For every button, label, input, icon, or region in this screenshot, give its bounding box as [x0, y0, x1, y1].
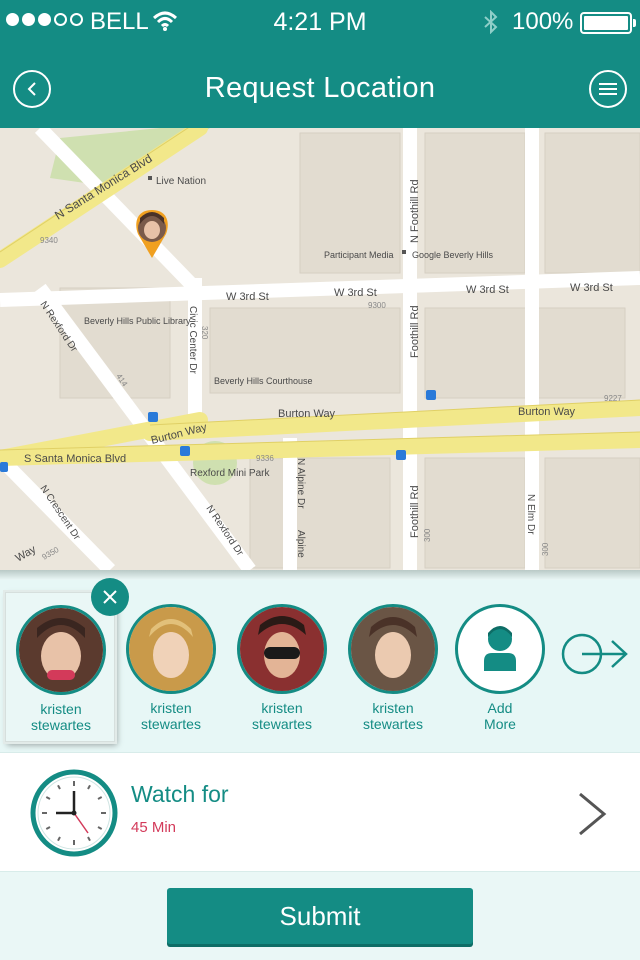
poi-icon — [148, 176, 152, 180]
map-label: W 3rd St — [570, 282, 613, 294]
map-label: Foothill Rd — [409, 305, 421, 358]
next-contacts-button[interactable] — [560, 626, 630, 682]
map-label: Google Beverly Hills — [412, 250, 494, 260]
map-label: W 3rd St — [334, 287, 377, 299]
map-label: N Elm Dr — [525, 494, 536, 535]
map-label: N Alpine Dr — [295, 458, 306, 509]
map-canvas: N Santa Monica Blvd Live Nation N Foothi… — [0, 128, 640, 570]
map-label: Alpine — [295, 530, 306, 558]
page-title: Request Location — [204, 72, 436, 104]
map-label: Rexford Mini Park — [190, 468, 270, 479]
submit-area: Submit — [0, 872, 640, 960]
avatar — [348, 604, 438, 694]
bus-stop-icon — [396, 450, 406, 460]
contact-last-name: stewartes — [141, 716, 201, 732]
submit-button[interactable]: Submit — [167, 888, 473, 944]
map-label: 9227 — [604, 394, 622, 403]
add-more-line1: Add — [487, 700, 513, 716]
map-label: Civic Center Dr — [187, 306, 198, 374]
top-bar: BELL 4:21 PM 100% Request Location — [0, 0, 640, 128]
watch-for-label: Watch for — [131, 781, 229, 807]
bus-stop-icon — [0, 462, 8, 472]
bus-stop-icon — [426, 390, 436, 400]
bluetooth-icon — [484, 10, 498, 34]
map-label: 300 — [541, 542, 550, 556]
map-label: Beverly Hills Courthouse — [214, 376, 313, 386]
map-label: 300 — [423, 528, 432, 542]
avatar — [16, 605, 106, 695]
map-label: 9300 — [368, 301, 386, 310]
map-label: W 3rd St — [226, 291, 269, 303]
map-label: S Santa Monica Blvd — [24, 453, 126, 465]
contact-first-name: kristen — [261, 700, 303, 716]
contact-item[interactable]: kristen stewartes — [116, 592, 226, 742]
map-label: 9340 — [40, 236, 58, 245]
contact-item[interactable]: kristen stewartes — [5, 592, 115, 742]
avatar — [126, 604, 216, 694]
poi-icon — [402, 250, 406, 254]
close-icon — [103, 590, 117, 604]
contact-first-name: kristen — [40, 701, 82, 717]
person-icon — [484, 626, 516, 671]
remove-contact-button[interactable] — [91, 578, 129, 616]
contact-first-name: kristen — [372, 700, 414, 716]
map-view[interactable]: N Santa Monica Blvd Live Nation N Foothi… — [0, 128, 640, 570]
chevron-right-icon — [579, 792, 607, 836]
contact-last-name: stewartes — [31, 717, 91, 733]
map-label: Live Nation — [156, 176, 206, 187]
map-label: Participant Media — [324, 250, 394, 260]
arrow-right-circle-icon — [561, 633, 628, 675]
battery-icon — [580, 12, 636, 34]
map-label: 320 — [200, 326, 209, 340]
map-label: Burton Way — [518, 406, 576, 418]
clock-icon — [30, 769, 118, 857]
watch-duration-value: 45 Min — [131, 819, 177, 836]
contact-item[interactable]: kristen stewartes — [338, 592, 448, 742]
map-label: W 3rd St — [466, 284, 509, 296]
add-more-button[interactable]: Add More — [445, 592, 555, 742]
map-label: Burton Way — [278, 408, 336, 420]
bus-stop-icon — [148, 412, 158, 422]
map-label: N Foothill Rd — [409, 179, 421, 243]
bus-stop-icon — [180, 446, 190, 456]
contact-last-name: stewartes — [252, 716, 312, 732]
add-more-line2: More — [484, 716, 516, 732]
battery-percent: 100% — [512, 8, 574, 35]
watch-for-row[interactable]: Watch for 45 Min — [0, 752, 640, 872]
map-label: 9336 — [256, 454, 274, 463]
add-contact-circle — [455, 604, 545, 694]
map-label: Foothill Rd — [409, 485, 421, 538]
avatar — [237, 604, 327, 694]
map-label: Beverly Hills Public Library — [84, 316, 191, 326]
menu-button[interactable] — [589, 70, 627, 108]
status-bar: BELL 4:21 PM 100% — [0, 0, 640, 44]
hamburger-menu-icon — [599, 83, 617, 95]
contact-item[interactable]: kristen stewartes — [227, 592, 337, 742]
contact-last-name: stewartes — [363, 716, 423, 732]
contact-first-name: kristen — [150, 700, 192, 716]
map-shadow — [0, 570, 640, 580]
